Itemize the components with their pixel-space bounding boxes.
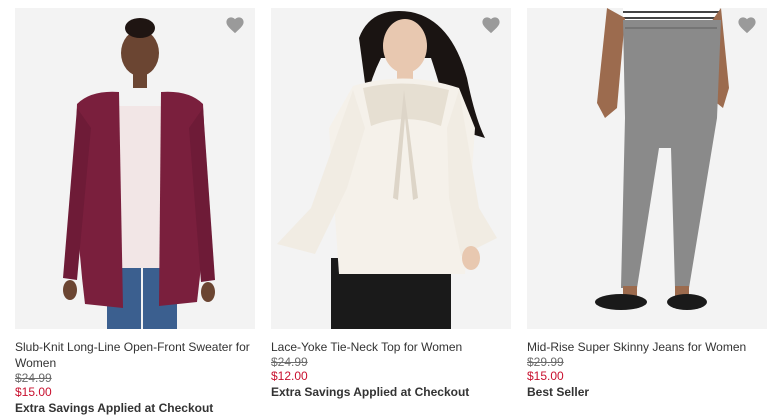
product-image-top — [271, 8, 511, 329]
product-name-link[interactable]: Mid-Rise Super Skinny Jeans for Women — [527, 339, 767, 355]
regular-price: $24.99 — [271, 355, 308, 369]
product-grid: Slub-Knit Long-Line Open-Front Sweater f… — [0, 0, 773, 419]
promo-badge: Extra Savings Applied at Checkout — [15, 401, 214, 415]
heart-icon — [482, 17, 500, 34]
heart-icon — [738, 17, 756, 34]
product-image-sweater — [15, 8, 255, 329]
product-image-jeans — [527, 8, 767, 329]
regular-price: $29.99 — [527, 355, 564, 369]
promo-badge: Extra Savings Applied at Checkout — [271, 385, 470, 399]
product-info: Mid-Rise Super Skinny Jeans for Women $2… — [527, 329, 767, 400]
regular-price: $24.99 — [15, 371, 52, 385]
sale-price: $12.00 — [271, 369, 308, 383]
heart-icon — [226, 17, 244, 34]
sale-price: $15.00 — [527, 369, 564, 383]
sale-price: $15.00 — [15, 385, 52, 399]
product-card[interactable]: Slub-Knit Long-Line Open-Front Sweater f… — [15, 8, 255, 416]
favorite-heart-icon[interactable] — [481, 16, 501, 34]
product-image[interactable] — [527, 8, 767, 329]
product-card[interactable]: Mid-Rise Super Skinny Jeans for Women $2… — [527, 8, 767, 400]
promo-badge: Best Seller — [527, 385, 590, 399]
product-card[interactable]: Lace-Yoke Tie-Neck Top for Women $24.99 … — [271, 8, 511, 400]
product-image[interactable] — [15, 8, 255, 329]
product-image[interactable] — [271, 8, 511, 329]
product-info: Lace-Yoke Tie-Neck Top for Women $24.99 … — [271, 329, 511, 400]
favorite-heart-icon[interactable] — [225, 16, 245, 34]
product-name-link[interactable]: Slub-Knit Long-Line Open-Front Sweater f… — [15, 339, 255, 371]
favorite-heart-icon[interactable] — [737, 16, 757, 34]
product-info: Slub-Knit Long-Line Open-Front Sweater f… — [15, 329, 255, 416]
product-name-link[interactable]: Lace-Yoke Tie-Neck Top for Women — [271, 339, 511, 355]
